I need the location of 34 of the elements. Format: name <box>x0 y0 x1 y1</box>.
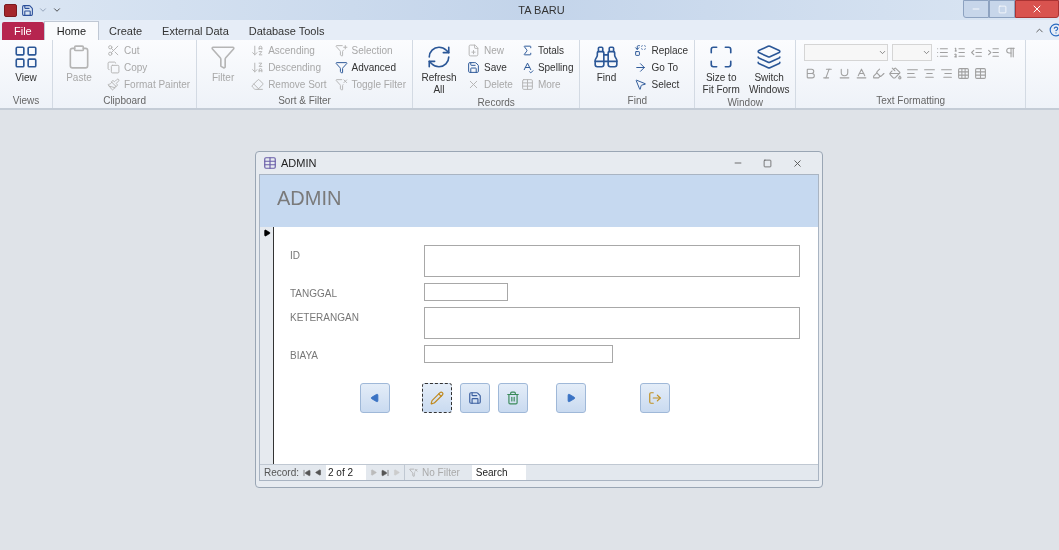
ribbon-tab[interactable]: Create <box>99 22 153 40</box>
ribbon-tab[interactable]: Database Tools <box>238 22 335 40</box>
field-label: KETERANGAN <box>290 311 360 325</box>
field-label: TANGGAL <box>290 287 339 301</box>
group-label: Records <box>476 96 516 109</box>
group-label: Views <box>11 94 41 108</box>
ribbon-tab[interactable]: External Data <box>152 22 239 40</box>
ribbon-button[interactable]: Find <box>584 42 629 84</box>
search-field[interactable]: Search <box>471 465 526 480</box>
ribbon-button[interactable]: Spelling <box>518 59 576 76</box>
ribbon-button[interactable]: Replace <box>632 42 691 59</box>
field-label: ID <box>290 249 301 263</box>
group-label: Text Formatting <box>875 94 947 108</box>
ribbon-button[interactable]: Save <box>464 59 515 76</box>
group-label: Window <box>726 96 764 109</box>
ribbon-button[interactable]: Refresh All <box>416 42 461 96</box>
ribbon-button[interactable]: Advanced <box>332 59 408 76</box>
ribbon-button[interactable]: Totals <box>518 42 576 59</box>
ribbon-tab[interactable]: Home <box>43 21 100 40</box>
form-heading: ADMIN <box>277 187 342 209</box>
form-title: ADMIN <box>281 155 318 171</box>
window-title: TA BARU <box>517 2 566 18</box>
ribbon-button[interactable]: Go To <box>632 59 691 76</box>
ribbon-button[interactable]: Switch Windows <box>747 42 792 96</box>
ribbon-button[interactable]: Size to Fit Form <box>699 42 744 96</box>
record-label: Record: <box>264 466 299 480</box>
group-label: Sort & Filter <box>277 94 332 108</box>
ribbon-tab[interactable]: File <box>2 22 44 40</box>
group-label: Find <box>626 94 649 108</box>
group-label: Clipboard <box>102 94 147 108</box>
ribbon-button[interactable]: Select <box>632 76 691 93</box>
record-position-field[interactable]: 2 of 2 <box>326 465 366 480</box>
ribbon-button[interactable]: View <box>4 42 48 84</box>
field-label: BIAYA <box>290 349 319 363</box>
